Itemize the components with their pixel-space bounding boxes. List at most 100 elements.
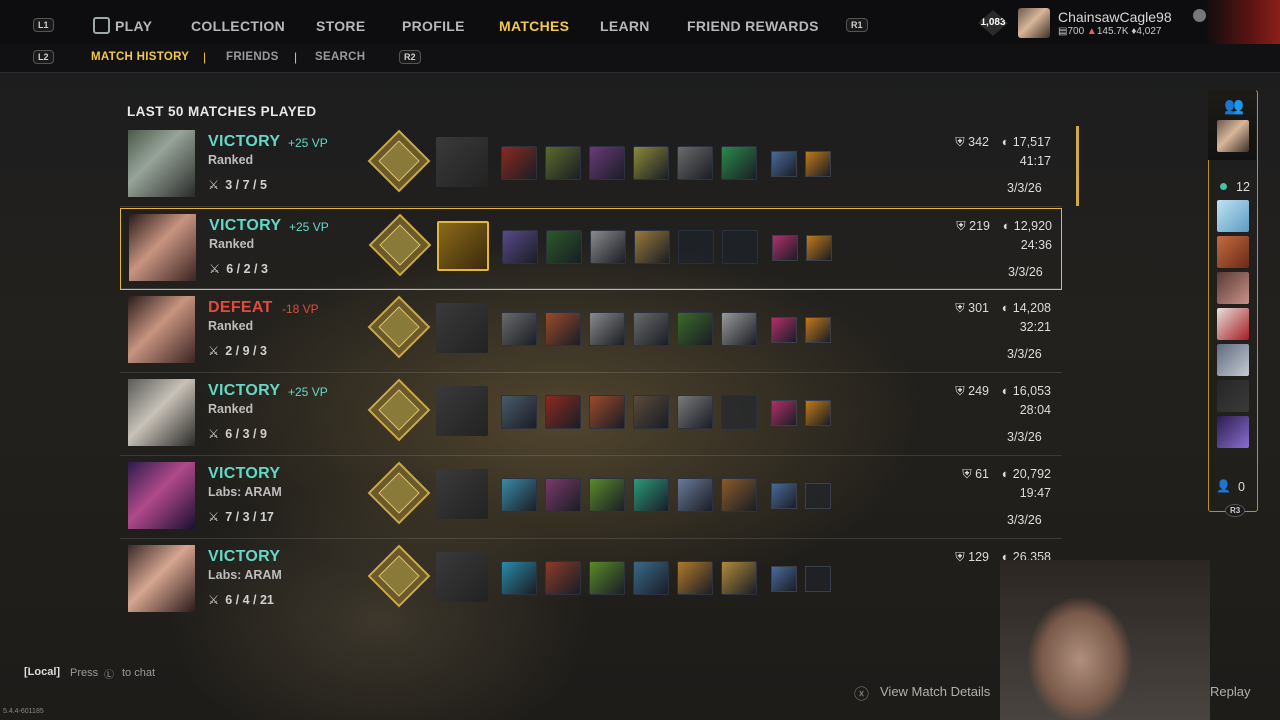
add-friend-icon[interactable]: 👤 xyxy=(1216,479,1231,493)
l1-button-hint[interactable]: L1 xyxy=(33,18,54,32)
vp-change: +25 VP xyxy=(288,136,328,150)
item-slot-icon xyxy=(633,312,669,346)
item-slot-icon xyxy=(589,395,625,429)
nav-matches[interactable]: MATCHES xyxy=(499,18,569,34)
kda-line: ⚔ 6 / 4 / 21 xyxy=(208,592,274,607)
profile-avatar[interactable] xyxy=(1018,8,1050,38)
consumable-slot-icon xyxy=(772,235,798,261)
god-portrait xyxy=(128,296,195,363)
match-stat-1-line: ⛨ 249 xyxy=(935,384,989,399)
friend-avatar[interactable] xyxy=(1217,236,1249,268)
row-divider xyxy=(120,455,1062,456)
match-row[interactable]: VICTORY +25 VP Ranked ⚔ 6 / 2 / 3 ⛨ 219 ◐ 12,9… xyxy=(120,208,1062,290)
sub-nav-bar xyxy=(0,44,1280,73)
match-row[interactable]: VICTORY +25 VP Ranked ⚔ 3 / 7 / 5 ⛨ 342 ◐ 17,5… xyxy=(120,125,1062,207)
match-result: VICTORY xyxy=(208,133,281,150)
nav-store[interactable]: STORE xyxy=(316,18,365,34)
game-mode: Labs: ARAM xyxy=(208,485,282,499)
consumable-slot-icon xyxy=(771,151,797,177)
view-match-details-button[interactable]: View Match Details xyxy=(880,684,990,699)
row-divider xyxy=(120,206,1062,207)
gold-icon: ◐ xyxy=(1002,219,1014,233)
god-portrait xyxy=(128,130,195,197)
relic-slot-icon xyxy=(436,552,488,602)
match-row[interactable]: DEFEAT -18 VP Ranked ⚔ 2 / 9 / 3 ⛨ 301 ◐ 14,20… xyxy=(120,291,1062,373)
item-slot-icon xyxy=(721,478,757,512)
scrollbar[interactable] xyxy=(1076,126,1079,206)
crossed-swords-icon: ⚔ xyxy=(208,593,220,607)
item-slot-icon xyxy=(677,312,713,346)
consumable-slot-icon xyxy=(806,235,832,261)
item-slot-icon xyxy=(677,478,713,512)
friend-avatar[interactable] xyxy=(1217,308,1249,340)
match-stat-2: 12,920 xyxy=(1013,219,1052,233)
kda: 7 / 3 / 17 xyxy=(225,510,274,524)
r1-button-hint[interactable]: R1 xyxy=(846,18,868,32)
match-duration: 41:17 xyxy=(1019,154,1051,168)
friend-avatar[interactable] xyxy=(1217,416,1249,448)
currency-diamonds: 4,027 xyxy=(1136,26,1162,37)
chat-hint-label: to chat xyxy=(122,667,156,679)
friend-avatar[interactable] xyxy=(1217,380,1249,412)
crossed-swords-icon: ⚔ xyxy=(208,178,220,192)
god-portrait xyxy=(128,462,195,529)
replay-button[interactable]: Replay xyxy=(1210,684,1250,699)
l2-button-hint[interactable]: L2 xyxy=(33,50,54,64)
match-date: 3/3/26 xyxy=(1007,430,1042,444)
helmet-icon: ⛨ xyxy=(955,384,969,398)
friend-avatar[interactable] xyxy=(1217,344,1249,376)
item-slot-icon xyxy=(545,561,581,595)
tab-separator: | xyxy=(203,50,207,64)
nav-friend-rewards[interactable]: FRIEND REWARDS xyxy=(687,18,819,34)
helmet-icon: ⛨ xyxy=(962,467,976,481)
friend-avatar[interactable] xyxy=(1217,272,1249,304)
god-class-icon xyxy=(367,295,431,359)
helmet-icon: ⛨ xyxy=(956,219,970,233)
nav-play[interactable]: PLAY xyxy=(115,18,152,34)
relic-slot-icon xyxy=(436,137,488,187)
god-portrait xyxy=(129,214,196,281)
match-duration: 24:36 xyxy=(1020,238,1052,252)
helmet-icon: ⛨ xyxy=(955,301,969,315)
match-stat-2: 17,517 xyxy=(1012,135,1051,149)
kda-line: ⚔ 6 / 2 / 3 xyxy=(209,261,268,276)
friend-avatar[interactable] xyxy=(1217,200,1249,232)
match-row[interactable]: VICTORY +25 VP Ranked ⚔ 6 / 3 / 9 ⛨ 249 ◐ 16,0… xyxy=(120,374,1062,456)
helmet-icon: ⛨ xyxy=(955,135,969,149)
match-date: 3/3/26 xyxy=(1007,347,1042,361)
kda: 6 / 4 / 21 xyxy=(225,593,274,607)
match-stat-1: 249 xyxy=(968,384,989,398)
god-class-icon xyxy=(367,544,431,608)
game-mode: Ranked xyxy=(209,237,255,251)
party-member-avatar[interactable] xyxy=(1217,120,1249,152)
nav-profile[interactable]: PROFILE xyxy=(402,18,465,34)
match-stat-1: 129 xyxy=(968,550,989,564)
vp-change: +25 VP xyxy=(288,385,328,399)
empty-item-slot xyxy=(722,230,758,264)
item-slot-icon xyxy=(721,312,757,346)
tab-match-history[interactable]: MATCH HISTORY xyxy=(91,51,189,63)
playstation-square-icon xyxy=(93,17,110,34)
relic-slot-icon xyxy=(436,469,488,519)
tab-friends[interactable]: FRIENDS xyxy=(226,51,279,63)
party-icon[interactable]: 👥 xyxy=(1224,96,1244,116)
match-row[interactable]: VICTORY Labs: ARAM ⚔ 6 / 4 / 21 ⛨ 129 ◐ 26,35… xyxy=(120,540,1062,622)
empty-item-slot xyxy=(721,395,757,429)
kda-line: ⚔ 2 / 9 / 3 xyxy=(208,343,267,358)
username[interactable]: ChainsawCagle98 xyxy=(1058,9,1172,25)
match-stat-2-line: ◐ 16,053 xyxy=(993,384,1051,398)
nav-learn[interactable]: LEARN xyxy=(600,18,650,34)
god-class-icon xyxy=(368,213,432,277)
r2-button-hint[interactable]: R2 xyxy=(399,50,421,64)
item-slot-icon xyxy=(545,146,581,180)
r3-button-hint[interactable]: R3 xyxy=(1225,504,1246,517)
currency-gems: 700 xyxy=(1067,26,1085,37)
consumable-slot-icon xyxy=(805,317,831,343)
nav-collection[interactable]: COLLECTION xyxy=(191,18,285,34)
game-mode: Ranked xyxy=(208,402,254,416)
match-row[interactable]: VICTORY Labs: ARAM ⚔ 7 / 3 / 17 ⛨ 61 ◐ 20,792… xyxy=(120,457,1062,539)
match-stat-1-line: ⛨ 301 xyxy=(935,301,989,316)
gold-icon: ◐ xyxy=(1001,135,1013,149)
item-slot-icon xyxy=(633,395,669,429)
tab-search[interactable]: SEARCH xyxy=(315,51,365,63)
